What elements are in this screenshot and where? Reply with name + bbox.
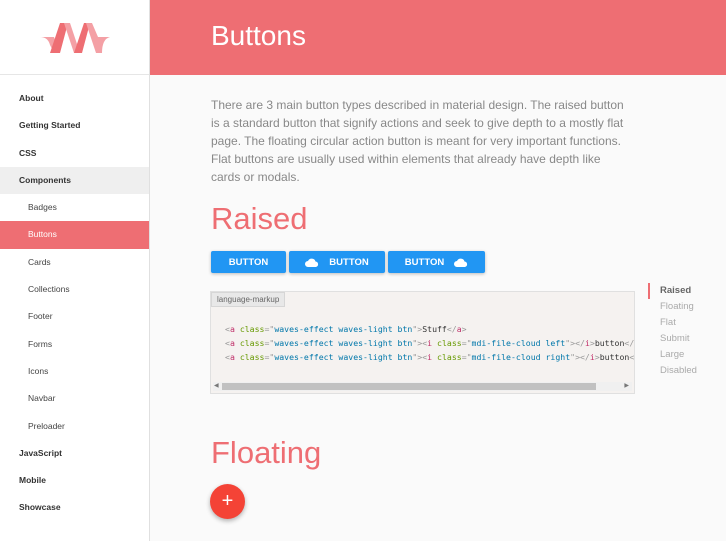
scrollbar-thumb[interactable] [222,383,596,390]
materialize-logo-icon [39,23,110,53]
sidebar-item-icons[interactable]: Icons [0,358,149,385]
scroll-right-arrow-icon[interactable]: ▶ [624,382,629,391]
code-content: <a class="waves-effect waves-light btn">… [225,324,635,362]
page-title: Buttons [211,20,306,51]
horizontal-scrollbar[interactable]: ◀ ▶ [213,382,632,391]
toc-item-flat[interactable]: Flat [648,315,697,331]
sidebar-nav: About Getting Started CSS Components Badges B… [0,75,149,522]
logo[interactable] [0,0,149,75]
sidebar-item-javascript[interactable]: JavaScript [0,440,149,467]
sidebar-item-badges[interactable]: Badges [0,194,149,221]
toc-item-disabled[interactable]: Disabled [648,363,697,379]
table-of-contents: Raised Floating Flat Submit Large Disabled [648,283,697,379]
code-language-label: language-markup [211,292,286,307]
section-heading-floating: Floating [211,435,322,470]
section-heading-raised: Raised [211,201,308,236]
sidebar-item-collections[interactable]: Collections [0,276,149,303]
sidebar-item-cards[interactable]: Cards [0,249,149,276]
code-block: language-markup <a class="waves-effect w… [210,291,635,394]
button-label: BUTTON [329,256,369,268]
sidebar-item-buttons[interactable]: Buttons [0,221,149,249]
raised-button-icon-right[interactable]: BUTTON [388,251,485,273]
sidebar-item-navbar[interactable]: Navbar [0,385,149,412]
sidebar-item-getting-started[interactable]: Getting Started [0,112,149,139]
cloud-icon [305,258,319,267]
raised-buttons: BUTTON BUTTON BUTTON [211,251,485,273]
cloud-icon [454,258,468,267]
sidebar-item-components[interactable]: Components [0,166,149,195]
sidebar-item-footer[interactable]: Footer [0,303,149,330]
page-header: Buttons [150,0,726,75]
sidebar: About Getting Started CSS Components Badges B… [0,0,150,541]
toc-item-raised[interactable]: Raised [648,283,697,299]
raised-button[interactable]: BUTTON [211,251,286,273]
sidebar-item-css[interactable]: CSS [0,140,149,167]
button-label: BUTTON [228,256,269,268]
toc-item-floating[interactable]: Floating [648,299,697,315]
sidebar-item-about[interactable]: About [0,85,149,112]
sidebar-item-preloader[interactable]: Preloader [0,413,149,440]
scroll-left-arrow-icon[interactable]: ◀ [214,382,219,391]
button-label: BUTTON [404,256,445,268]
toc-item-submit[interactable]: Submit [648,331,697,347]
raised-button-icon-left[interactable]: BUTTON [289,251,385,273]
intro-text: There are 3 main button types described … [211,98,624,184]
toc-item-large[interactable]: Large [648,347,697,363]
sidebar-item-mobile[interactable]: Mobile [0,467,149,494]
sidebar-item-showcase[interactable]: Showcase [0,494,149,521]
floating-add-button[interactable]: + [210,484,245,519]
sidebar-item-forms[interactable]: Forms [0,331,149,358]
